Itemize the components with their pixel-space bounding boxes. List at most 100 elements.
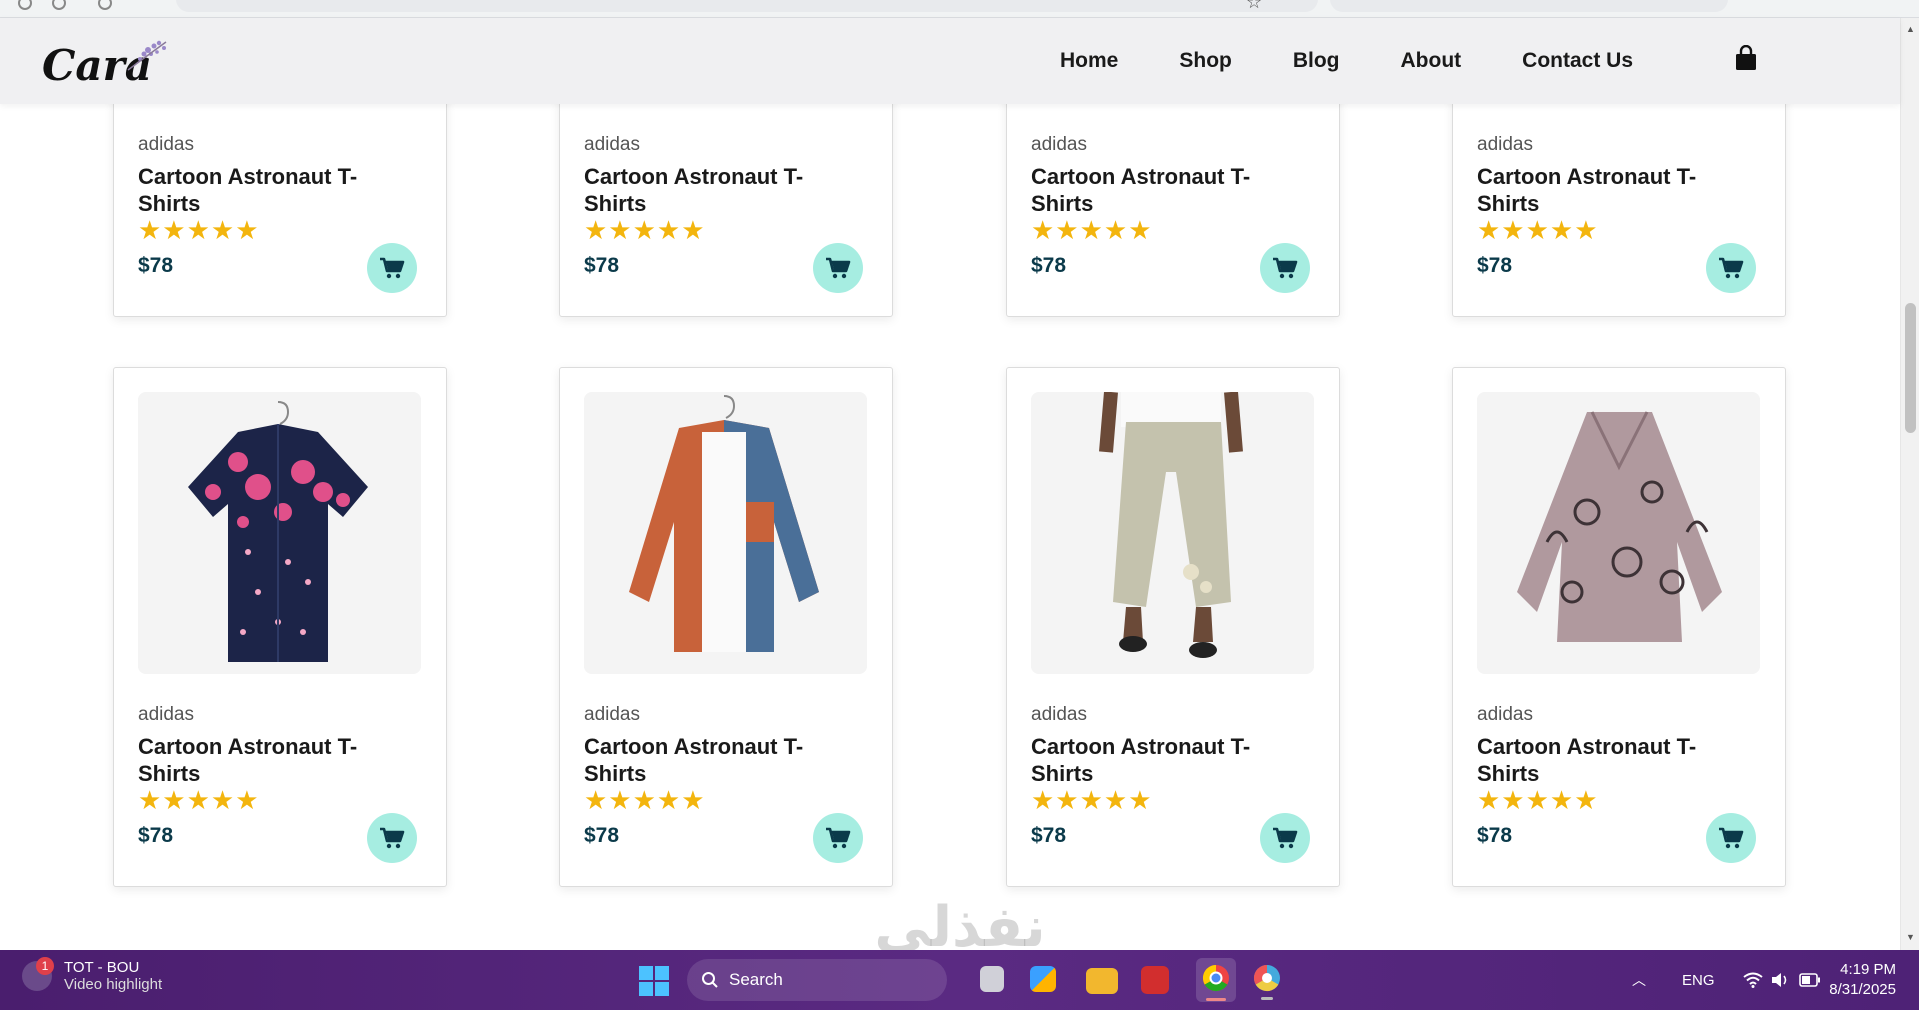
product-image[interactable] bbox=[1031, 392, 1314, 674]
rating-stars-icon: ★★★★★ bbox=[584, 785, 706, 815]
scroll-down-icon[interactable]: ▼ bbox=[1906, 932, 1915, 942]
product-card[interactable]: adidas Cartoon Astronaut T-Shirts ★★★★★ $78 bbox=[1006, 367, 1340, 887]
product-brand: adidas bbox=[584, 704, 640, 725]
taskbar-app-notes-icon[interactable] bbox=[980, 966, 1004, 992]
taskbar-clock[interactable]: 4:19 PM 8/31/2025 bbox=[1826, 960, 1896, 1000]
scroll-up-icon[interactable]: ▲ bbox=[1906, 24, 1915, 34]
rating-stars-icon: ★★★★★ bbox=[1031, 215, 1153, 245]
product-price: $78 bbox=[1477, 824, 1513, 847]
product-price: $78 bbox=[1031, 254, 1067, 277]
system-tray: ︿ ENG bbox=[1632, 950, 1821, 1010]
taskbar-app-store-icon[interactable] bbox=[1030, 966, 1056, 992]
product-title: Cartoon Astronaut T-Shirts bbox=[584, 164, 804, 216]
windows-taskbar: 1 TOT - BOU Video highlight Search ︿ ENG… bbox=[0, 950, 1919, 1010]
product-price: $78 bbox=[1477, 254, 1513, 277]
add-to-cart-button[interactable] bbox=[367, 813, 417, 863]
product-image[interactable] bbox=[584, 392, 867, 674]
cart-icon bbox=[1273, 257, 1298, 279]
main-nav: Home Shop Blog About Contact Us bbox=[1060, 18, 1694, 104]
rating-stars-icon: ★★★★★ bbox=[138, 785, 260, 815]
media-widget[interactable]: 1 TOT - BOU Video highlight bbox=[22, 957, 163, 993]
site-header: Cara Home Shop Blog About Contact Us bbox=[0, 18, 1900, 104]
nav-contact[interactable]: Contact Us bbox=[1522, 49, 1633, 73]
product-price: $78 bbox=[1031, 824, 1067, 847]
address-bar[interactable] bbox=[176, 0, 1318, 12]
taskbar-search-label: Search bbox=[729, 970, 783, 989]
product-image[interactable] bbox=[1477, 392, 1760, 674]
logo[interactable]: Cara bbox=[40, 34, 170, 90]
cart-icon bbox=[380, 257, 405, 279]
product-brand: adidas bbox=[1477, 704, 1533, 725]
taskbar-app-acrobat-icon[interactable] bbox=[1141, 966, 1169, 994]
search-icon bbox=[702, 972, 718, 988]
product-title: Cartoon Astronaut T-Shirts bbox=[1477, 734, 1697, 786]
product-price: $78 bbox=[584, 254, 620, 277]
forward-icon[interactable] bbox=[52, 0, 66, 10]
product-card[interactable]: adidas Cartoon Astronaut T-Shirts ★★★★★ $78 bbox=[559, 367, 893, 887]
taskbar-app-explorer-icon[interactable] bbox=[1086, 968, 1118, 994]
add-to-cart-button[interactable] bbox=[367, 243, 417, 293]
cart-icon bbox=[826, 257, 851, 279]
product-brand: adidas bbox=[1031, 704, 1087, 725]
shopping-bag-icon[interactable] bbox=[1735, 45, 1757, 71]
product-title: Cartoon Astronaut T-Shirts bbox=[138, 164, 358, 216]
product-brand: adidas bbox=[138, 134, 194, 155]
cart-icon bbox=[1273, 827, 1298, 849]
cart-icon bbox=[1719, 257, 1744, 279]
reload-icon[interactable] bbox=[98, 0, 112, 10]
product-price: $78 bbox=[584, 824, 620, 847]
add-to-cart-button[interactable] bbox=[813, 813, 863, 863]
add-to-cart-button[interactable] bbox=[1706, 243, 1756, 293]
nav-about[interactable]: About bbox=[1401, 49, 1462, 73]
back-icon[interactable] bbox=[18, 0, 32, 10]
product-brand: adidas bbox=[1031, 134, 1087, 155]
rating-stars-icon: ★★★★★ bbox=[1477, 785, 1599, 815]
add-to-cart-button[interactable] bbox=[813, 243, 863, 293]
nav-blog[interactable]: Blog bbox=[1293, 49, 1340, 73]
taskbar-app-chrome-2-icon[interactable] bbox=[1249, 960, 1285, 1000]
scroll-thumb[interactable] bbox=[1905, 303, 1916, 433]
product-title: Cartoon Astronaut T-Shirts bbox=[138, 734, 358, 786]
notification-badge: 1 bbox=[36, 957, 54, 975]
logo-text: Cara bbox=[42, 41, 152, 90]
taskbar-app-chrome-icon[interactable] bbox=[1196, 958, 1236, 1002]
language-indicator[interactable]: ENG bbox=[1682, 972, 1715, 989]
add-to-cart-button[interactable] bbox=[1260, 813, 1310, 863]
bookmark-star-icon[interactable]: ☆ bbox=[1246, 0, 1262, 13]
battery-icon[interactable] bbox=[1798, 973, 1821, 987]
product-title: Cartoon Astronaut T-Shirts bbox=[1477, 164, 1697, 216]
add-to-cart-button[interactable] bbox=[1706, 813, 1756, 863]
product-title: Cartoon Astronaut T-Shirts bbox=[1031, 734, 1251, 786]
cart-icon bbox=[826, 827, 851, 849]
product-title: Cartoon Astronaut T-Shirts bbox=[1031, 164, 1251, 216]
page-scrollbar[interactable]: ▲ ▼ bbox=[1900, 18, 1919, 950]
chevron-up-icon[interactable]: ︿ bbox=[1632, 970, 1646, 990]
browser-search-box[interactable] bbox=[1330, 0, 1728, 12]
product-brand: adidas bbox=[584, 134, 640, 155]
volume-icon[interactable] bbox=[1771, 972, 1789, 988]
product-brand: adidas bbox=[1477, 134, 1533, 155]
rating-stars-icon: ★★★★★ bbox=[584, 215, 706, 245]
product-brand: adidas bbox=[138, 704, 194, 725]
product-card[interactable]: adidas Cartoon Astronaut T-Shirts ★★★★★ $78 bbox=[113, 367, 447, 887]
nav-home[interactable]: Home bbox=[1060, 49, 1118, 73]
product-title: Cartoon Astronaut T-Shirts bbox=[584, 734, 804, 786]
cart-icon bbox=[1719, 827, 1744, 849]
product-image[interactable] bbox=[138, 392, 421, 674]
taskbar-search[interactable]: Search bbox=[687, 959, 947, 1001]
product-price: $78 bbox=[138, 254, 174, 277]
watermark-arabic: نفذلي bbox=[874, 895, 1046, 960]
windows-start-icon[interactable] bbox=[639, 966, 669, 996]
wifi-icon[interactable] bbox=[1742, 972, 1763, 988]
rating-stars-icon: ★★★★★ bbox=[138, 215, 260, 245]
media-title: TOT - BOU bbox=[64, 959, 140, 976]
rating-stars-icon: ★★★★★ bbox=[1031, 785, 1153, 815]
product-price: $78 bbox=[138, 824, 174, 847]
product-card[interactable]: adidas Cartoon Astronaut T-Shirts ★★★★★ $78 bbox=[1452, 367, 1786, 887]
add-to-cart-button[interactable] bbox=[1260, 243, 1310, 293]
cart-icon bbox=[380, 827, 405, 849]
clock-date: 8/31/2025 bbox=[1829, 981, 1896, 998]
rating-stars-icon: ★★★★★ bbox=[1477, 215, 1599, 245]
media-subtitle: Video highlight bbox=[64, 976, 163, 993]
nav-shop[interactable]: Shop bbox=[1179, 49, 1232, 73]
